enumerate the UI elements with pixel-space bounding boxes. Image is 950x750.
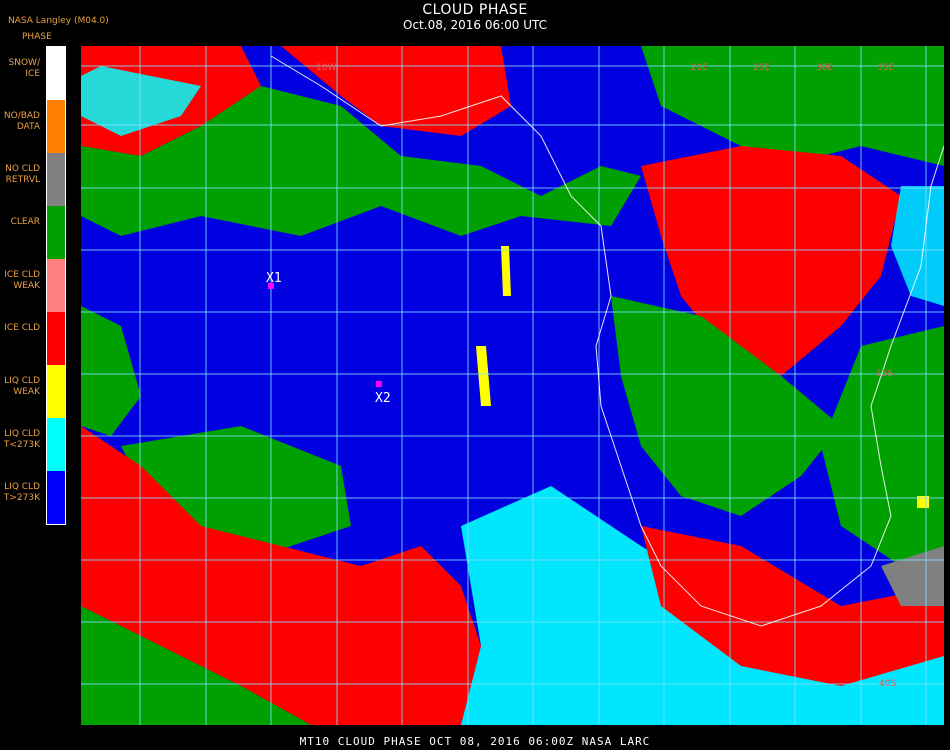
lon-label-10w: 10W: [316, 63, 336, 73]
region-liq-weak-strip: [476, 346, 491, 406]
legend-title: PHASE: [22, 32, 52, 42]
legend-label: LIQ CLD T<273K: [3, 429, 40, 450]
legend-label: ICE CLD WEAK: [4, 270, 40, 291]
legend-label: ICE CLD: [4, 323, 40, 333]
legend-label: NO CLD RETRVL: [5, 164, 40, 185]
legend-label: LIQ CLD T>273K: [3, 482, 40, 503]
chart-subtitle: Oct.08, 2016 06:00 UTC: [403, 18, 547, 32]
legend-label: CLEAR: [10, 217, 40, 227]
lat-label-15s: 15S: [876, 369, 893, 379]
region-liq-east: [891, 186, 944, 306]
legend-swatch: [47, 100, 65, 153]
map-panel: X1 X2 10W 20E 25E 30E 35E 15S 40S: [81, 46, 944, 725]
marker-x2-point: [376, 381, 382, 387]
legend: [46, 46, 66, 525]
legend-label: SNOW/ ICE: [8, 58, 40, 79]
legend-swatch: [47, 365, 65, 418]
legend-swatch: [47, 312, 65, 365]
markers: X1 X2: [266, 271, 391, 406]
legend-swatch: [47, 259, 65, 312]
cloud-regions: [81, 46, 944, 725]
region-clear-mid: [81, 306, 141, 436]
legend-swatch: [47, 418, 65, 471]
legend-swatch: [47, 47, 65, 100]
legend-label: LIQ CLD WEAK: [4, 376, 40, 397]
region-clear-ne: [641, 46, 944, 166]
marker-x2-label: X2: [375, 391, 391, 406]
legend-swatch: [47, 206, 65, 259]
lon-label-35e: 35E: [877, 63, 894, 73]
source-label: NASA Langley (M04.0): [8, 16, 109, 26]
footer-caption: MT10 CLOUD PHASE OCT 08, 2016 06:00Z NAS…: [299, 735, 651, 748]
legend-swatch: [47, 471, 65, 524]
marker-x1-label: X1: [266, 271, 282, 286]
lon-label-20e: 20E: [691, 63, 708, 73]
region-liq-weak-strip2: [501, 246, 511, 296]
cloud-phase-map: X1 X2 10W 20E 25E 30E 35E 15S 40S: [81, 46, 944, 725]
chart-title: CLOUD PHASE: [422, 2, 528, 18]
lon-label-30e: 30E: [816, 63, 833, 73]
lon-label-25e: 25E: [753, 63, 770, 73]
lat-label-40s: 40S: [879, 679, 896, 689]
legend-swatch: [47, 153, 65, 206]
legend-label: NO/BAD DATA: [3, 111, 40, 132]
